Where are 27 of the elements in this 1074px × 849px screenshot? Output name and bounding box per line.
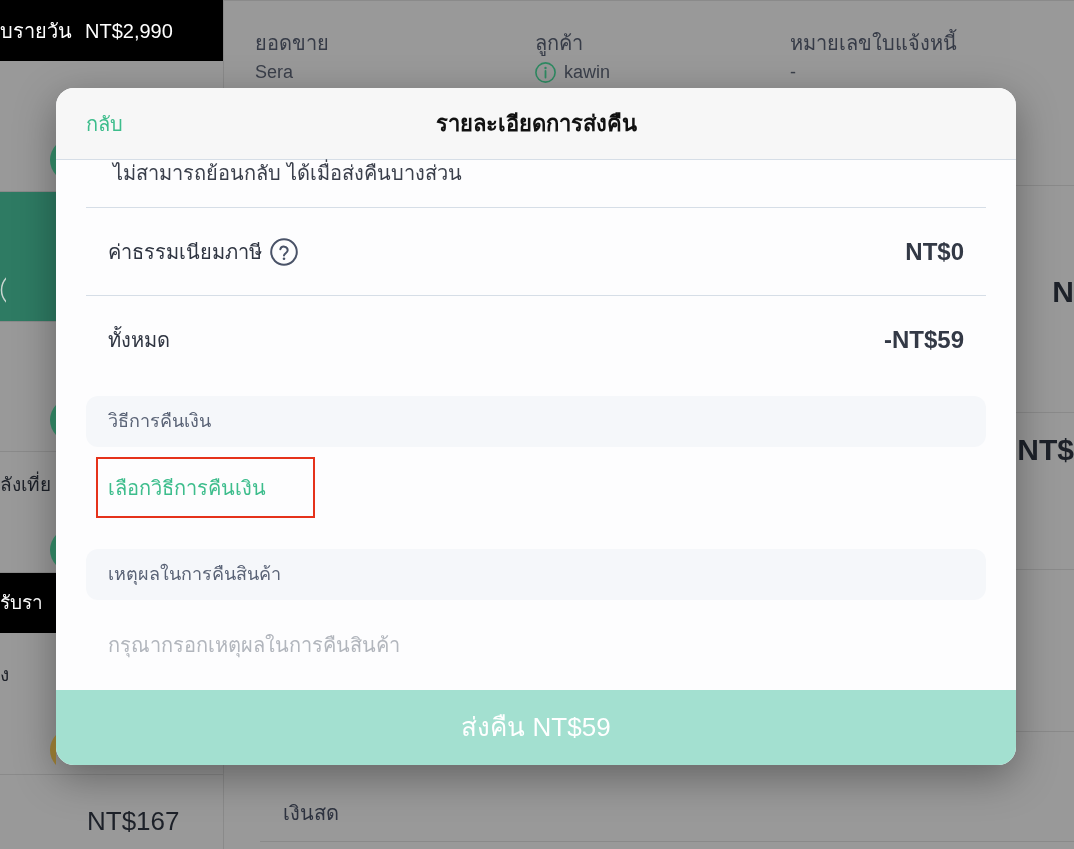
order-title: ง (0, 663, 9, 687)
info-icon (535, 61, 556, 83)
reason-input[interactable]: กรุณากรอกเหตุผลในการคืนสินค้า (86, 621, 986, 669)
field-label: ลูกค้า (535, 31, 583, 56)
payment-method-value: เงินสด (283, 802, 339, 824)
help-icon[interactable] (270, 237, 298, 266)
field-label: ยอดขาย (255, 31, 329, 56)
line-item-amount: NT$ (1017, 435, 1074, 465)
field-value: kawin (564, 61, 611, 83)
summary-label: ค่าธรรมเนียมภาษี (108, 239, 262, 265)
back-button[interactable]: กลับ (86, 108, 123, 139)
group-title: รับรา (0, 590, 43, 615)
line-item-amount: N (1052, 277, 1074, 307)
section-header: เหตุผลในการคืนสินค้า (86, 549, 986, 600)
summary-value: -NT$59 (883, 325, 964, 355)
field-value: - (790, 61, 796, 83)
summary-value: NT$0 (905, 236, 964, 267)
field-label: หมายเลขใบแจ้งหนี้ (790, 30, 957, 56)
refund-method-link[interactable]: เลือกวิธีการคืนเงิน (108, 472, 266, 503)
field-value: Sera (255, 61, 294, 83)
section-header: วิธีการคืนเงิน (86, 396, 986, 447)
summary-label: ทั้งหมด (108, 325, 170, 355)
group-total: NT$2,990 (85, 18, 173, 44)
order-amount: NT$167 (87, 806, 180, 836)
order-title: ลังเที่ย (0, 473, 51, 497)
dialog-title: รายละเอียดการส่งคืน (435, 110, 637, 138)
group-title: บรายวัน (0, 18, 72, 44)
